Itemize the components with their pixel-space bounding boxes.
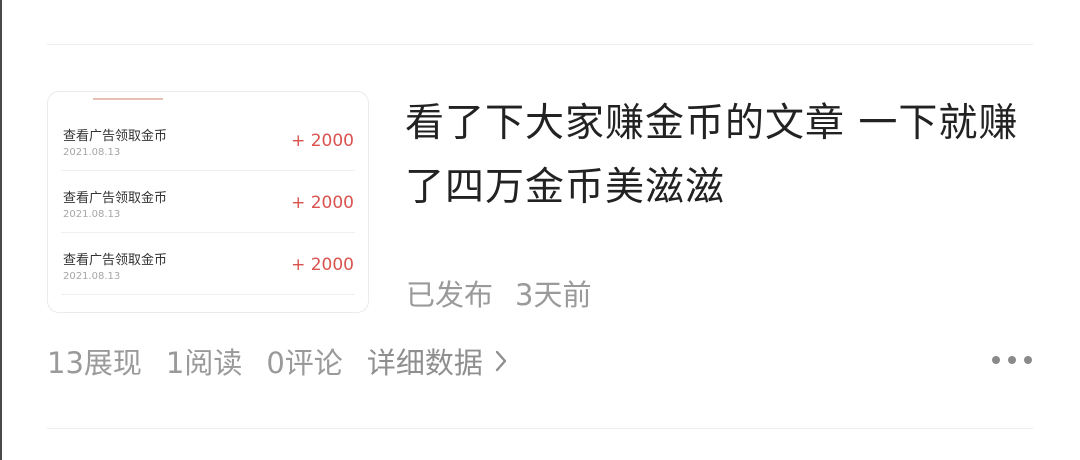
row-amount: + 2000 [291,193,354,213]
row-date: 2021.08.13 [63,271,121,282]
detail-data-label: 详细数据 [366,346,483,380]
row-title: 查看广告领取金币 [63,253,168,268]
publish-status: 已发布 [406,278,494,312]
bottom-divider [47,428,1033,429]
top-divider [47,44,1033,45]
row-amount: + 2000 [291,131,354,151]
row-title: 查看广告领取金币 [63,129,168,144]
thumbnail-list-item: 查看广告领取金币 2021.08.13 + 2000 [61,232,355,295]
window-edge [0,0,2,460]
stats-bar: 13展现 1阅读 0评论 详细数据 [47,338,511,384]
reads-count: 1阅读 [165,346,243,380]
article-thumbnail[interactable]: 查看广告领取金币 2021.08.13 + 2000 查看广告领取金币 2021… [47,91,369,313]
article-status-line: 已发布 3天前 [406,272,591,314]
article-title[interactable]: 看了下大家赚金币的文章 一下就赚了四万金币美滋滋 [405,92,1035,220]
chevron-right-icon [495,350,507,372]
row-amount: + 2000 [291,255,354,275]
comments-count: 0评论 [266,346,343,380]
thumbnail-list-item-partial [61,294,355,312]
publish-time: 3天前 [515,278,592,312]
views-count: 13展现 [47,346,142,380]
thumbnail-list-item: 查看广告领取金币 2021.08.13 + 2000 [61,108,355,171]
row-title: 查看广告领取金币 [63,191,168,206]
row-date: 2021.08.13 [63,147,121,158]
detail-data-link[interactable]: 详细数据 [367,340,511,382]
row-date: 2021.08.13 [63,209,121,220]
more-dots-icon[interactable] [990,350,1034,370]
thumbnail-list-item: 查看广告领取金币 2021.08.13 + 2000 [61,170,355,233]
thumbnail-tab-indicator [93,98,163,100]
